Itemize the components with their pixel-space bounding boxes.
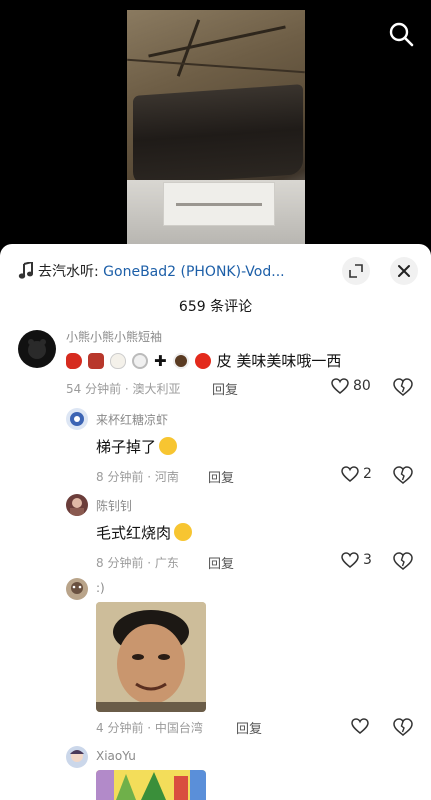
- stone-crack: [148, 25, 286, 58]
- comment-item: 来杯红糖凉虾 梯子掉了 8 分钟前 · 河南 回复 2: [0, 408, 431, 488]
- heart-icon: [351, 718, 369, 734]
- comment-text-body: 梯子掉了: [96, 438, 157, 456]
- like-count: 2: [363, 466, 372, 482]
- username[interactable]: XiaoYu: [96, 749, 136, 763]
- like-button[interactable]: 3: [341, 552, 372, 568]
- like-count: 80: [353, 378, 371, 394]
- comment-sheet: 去汽水听: GoneBad2 (PHONK)-Vod... 659 条评论 小熊…: [0, 244, 431, 800]
- comment-meta: 8 分钟前 · 河南: [96, 470, 179, 484]
- comment-text: 毛式红烧肉: [96, 522, 198, 543]
- like-button[interactable]: 80: [331, 378, 371, 394]
- reply-button[interactable]: 回复: [212, 379, 238, 398]
- avatar[interactable]: [66, 408, 88, 430]
- like-count: 3: [363, 552, 372, 568]
- comment-text: 梯子掉了: [96, 436, 183, 457]
- comments-count: 659 条评论: [178, 299, 253, 315]
- avatar[interactable]: [66, 578, 88, 600]
- music-bar[interactable]: 去汽水听: GoneBad2 (PHONK)-Vod...: [0, 244, 431, 296]
- username[interactable]: 陈钊钊: [96, 497, 132, 514]
- bronze-vessel: [133, 84, 303, 186]
- stone-crack: [127, 58, 305, 74]
- grinning-face-icon: [174, 523, 193, 541]
- egg-icon: [110, 353, 126, 369]
- music-prefix: 去汽水听:: [38, 264, 104, 280]
- pip-button[interactable]: [342, 257, 370, 285]
- username[interactable]: :): [96, 581, 105, 595]
- username[interactable]: 来杯红糖凉虾: [96, 411, 168, 428]
- music-label[interactable]: 去汽水听: GoneBad2 (PHONK)-Vod...: [38, 261, 323, 281]
- broken-heart-icon[interactable]: [393, 466, 413, 486]
- comment-text-body: 皮 美味美味哦一西: [216, 352, 342, 370]
- plus-icon: ✚: [154, 352, 167, 370]
- reply-button[interactable]: 回复: [236, 718, 262, 737]
- comment-meta: 54 分钟前 · 澳大利亚: [66, 382, 181, 396]
- heart-icon: [341, 466, 359, 482]
- comment-text: ✚ 皮 美味美味哦一西: [66, 350, 341, 371]
- chili-pepper-icon: [66, 353, 82, 369]
- display-plaque: [163, 182, 275, 226]
- reply-button[interactable]: 回复: [208, 553, 234, 572]
- comment-item: :) 4 分钟前 · 中国台湾 回复: [0, 578, 431, 738]
- comment-meta: 4 分钟前 · 中国台湾: [96, 721, 203, 735]
- meme-photo[interactable]: [96, 602, 206, 712]
- reply-button[interactable]: 回复: [208, 467, 234, 486]
- hugging-face-icon: [159, 437, 178, 455]
- broken-heart-icon[interactable]: [393, 718, 413, 738]
- picture-in-picture-icon: [349, 264, 363, 278]
- like-button[interactable]: 2: [341, 466, 372, 482]
- rice-bowl-icon: [132, 353, 148, 369]
- video-frame: [127, 10, 305, 245]
- music-note-icon: [18, 260, 34, 280]
- coffee-icon: [172, 353, 189, 369]
- plaque-text-line: [176, 202, 262, 206]
- comment-item: XiaoYu: [0, 744, 431, 800]
- search-icon[interactable]: [387, 20, 415, 48]
- broken-heart-icon[interactable]: [393, 378, 413, 398]
- broken-heart-icon[interactable]: [393, 552, 413, 572]
- avatar[interactable]: [18, 330, 56, 368]
- comment-meta: 8 分钟前 · 广东: [96, 556, 179, 570]
- video-player[interactable]: [0, 0, 431, 250]
- cartoon-image[interactable]: [96, 770, 206, 800]
- meat-icon: [88, 353, 104, 369]
- comment-item: 陈钊钊 毛式红烧肉 8 分钟前 · 广东 回复 3: [0, 494, 431, 574]
- heart-icon: [341, 552, 359, 568]
- close-icon: [398, 265, 410, 277]
- avatar[interactable]: [66, 746, 88, 768]
- like-button[interactable]: [351, 718, 369, 734]
- comment-text-body: 毛式红烧肉: [96, 524, 172, 542]
- song-link[interactable]: GoneBad2 (PHONK)-Vod...: [103, 264, 284, 280]
- avatar[interactable]: [66, 494, 88, 516]
- comment-item: 小熊小熊小熊短袖 ✚ 皮 美味美味哦一西 54 分钟前 · 澳大利亚 回复 80: [0, 324, 431, 404]
- heart-icon: [331, 378, 349, 394]
- username[interactable]: 小熊小熊小熊短袖: [66, 328, 162, 345]
- apple-icon: [194, 353, 211, 369]
- close-button[interactable]: [390, 257, 418, 285]
